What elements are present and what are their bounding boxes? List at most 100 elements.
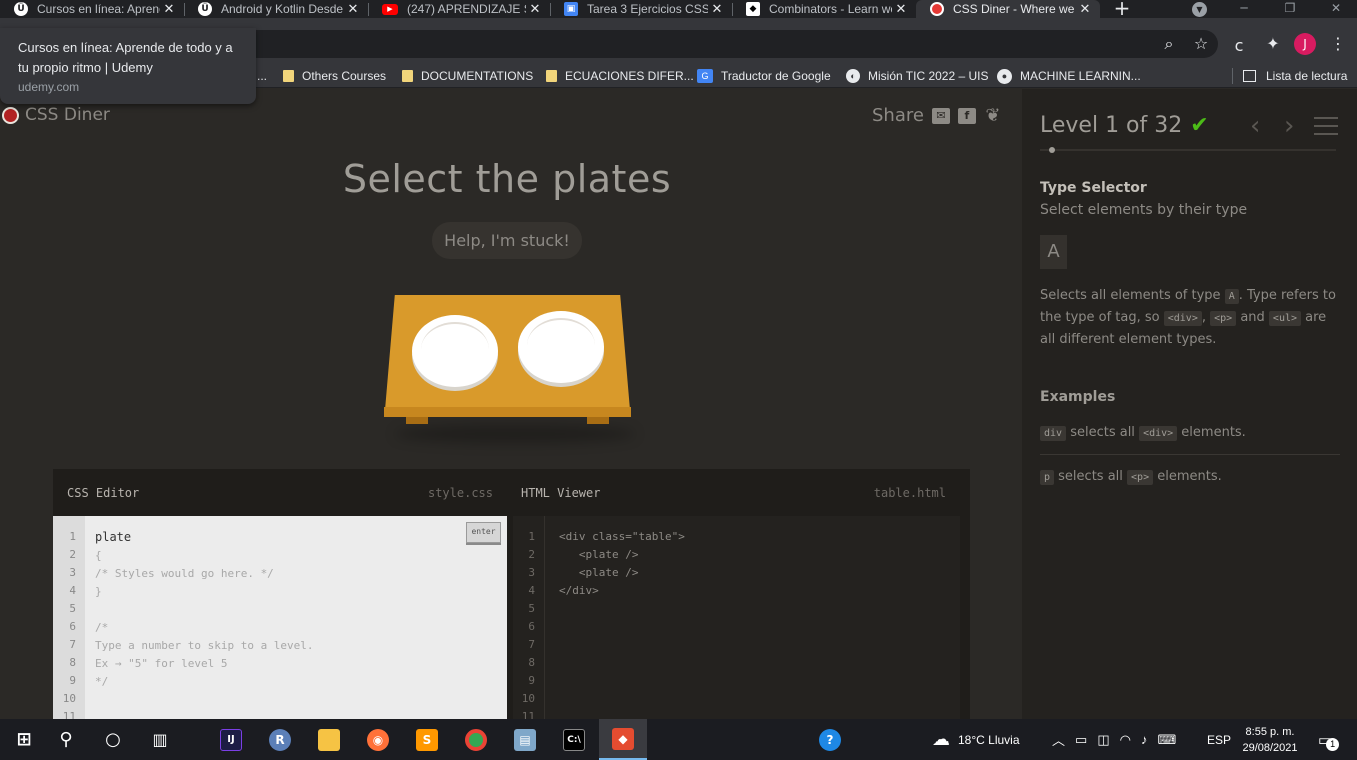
meet-now-icon: ◫ [1097,731,1110,747]
tab-search-icon[interactable]: ▼ [1192,2,1207,17]
line-number: 5 [528,602,535,615]
bookmark-ecuaciones[interactable]: ECUACIONES DIFER... [546,68,694,84]
tab-title: Combinators - Learn web development [769,2,892,16]
line-number: 11 [521,710,535,719]
close-icon[interactable]: ✕ [1076,2,1094,17]
restore-icon[interactable]: ❐ [1268,0,1312,18]
selector-syntax: A [1040,235,1067,269]
terminal-icon: C:\ [563,728,585,751]
cortana-button[interactable]: ○ [89,719,137,760]
email-icon[interactable]: ✉ [931,107,950,124]
bookmark-documentations[interactable]: DOCUMENTATIONS [402,68,533,84]
selector-title: Select elements by their type [1040,202,1248,218]
notifications-button[interactable]: ▭ 1 [1318,719,1340,760]
file-explorer-app[interactable] [305,719,353,760]
line-numbers: 1 2 3 4 5 6 7 8 9 10 11 [53,516,85,719]
tab-android-kotlin[interactable]: Ü Android y Kotlin Desde Cero ✕ [184,0,368,18]
example-item: div selects all <div> elements. [1040,425,1340,455]
hover-card-url: udemy.com [18,80,80,94]
css-selector-input[interactable]: plate [95,530,131,544]
minimize-icon[interactable]: ─ [1222,0,1266,18]
start-button[interactable]: ⊞ [0,719,48,760]
profile-avatar[interactable]: J [1294,33,1316,55]
close-window-icon[interactable]: ✕ [1314,0,1357,18]
help-app[interactable]: ? [806,719,854,760]
line-numbers: 1 2 3 4 5 6 7 8 9 10 11 [513,516,545,719]
close-icon[interactable]: ✕ [708,2,726,17]
udemy-icon: Ü [14,2,28,16]
next-level-icon[interactable]: › [1284,111,1294,141]
chrome-app[interactable] [452,719,500,760]
folder-icon [546,70,557,82]
table [380,291,635,441]
clock[interactable]: 8:55 p. m. 29/08/2021 [1240,724,1300,756]
share-links: Share ✉ f ❦ [872,104,1002,126]
tab-strip: Ü Cursos en línea: Aprende de todo y a t… [0,0,1357,18]
html-code: <div class="table"> <plate /> <plate /> … [559,528,685,600]
css-diner-page: CSS Diner Share ✉ f ❦ Select the plates … [0,89,1357,719]
plate[interactable] [518,311,604,383]
search-button[interactable]: ⚲ [42,719,90,760]
line-number: 2 [528,548,535,561]
close-icon[interactable]: ✕ [526,2,544,17]
close-icon[interactable]: ✕ [160,2,178,17]
enter-button[interactable]: enter [466,522,501,543]
html-line[interactable]: <div class="table"> [559,530,685,543]
classroom-icon: ▣ [564,2,578,16]
line-number: 7 [69,638,76,651]
new-tab-button[interactable]: + [1112,0,1132,18]
bookmark-machine-learning[interactable]: ● MACHINE LEARNIN... [997,68,1141,84]
facebook-icon[interactable]: f [957,107,976,124]
line-number: 4 [69,584,76,597]
extensions-puzzle-icon[interactable]: ✦ [1262,34,1284,54]
tab-classroom[interactable]: ▣ Tarea 3 Ejercicios CSS Diner ✕ [550,0,732,18]
reading-list[interactable]: Lista de lectura [1243,68,1347,84]
line-number: 7 [528,638,535,651]
tab-mdn[interactable]: ◆ Combinators - Learn web development ✕ [732,0,916,18]
battery-icon: ▭ [1075,731,1088,747]
menu-dots-icon[interactable]: ⋮ [1327,34,1349,54]
windows-taskbar: ⊞ ⚲ ○ ▥ IJ R ◉ S ▤ C:\ ◆ ? ☁ 18°C Lluvia … [0,719,1357,760]
html-line[interactable]: <plate /> [559,548,639,561]
intellij-app[interactable]: IJ [207,719,255,760]
address-bar[interactable] [240,30,1218,58]
bookmark-item[interactable]: ... [257,68,267,84]
windows-icon: ⊞ [16,729,32,750]
tab-udemy[interactable]: Ü Cursos en línea: Aprende de todo y a t… [0,0,184,18]
udemy-icon: Ü [198,2,212,16]
help-button[interactable]: Help, I'm stuck! [432,222,582,259]
bookmark-others-courses[interactable]: Others Courses [283,68,386,84]
task-view-button[interactable]: ▥ [136,719,184,760]
selector-hint: Selects all elements of type A. Type ref… [1040,288,1336,347]
twitter-icon[interactable]: ❦ [984,106,1002,124]
bookmark-google-translate[interactable]: G Traductor de Google [697,68,831,84]
folder-icon [283,70,294,82]
keyboard-icon: ⌨ [1157,731,1177,747]
logo[interactable]: CSS Diner [2,105,110,125]
control-panel-app[interactable]: ▤ [501,719,549,760]
zoom-icon[interactable]: ⌕ [1158,34,1180,54]
html-line[interactable]: </div> [559,584,599,597]
plate[interactable] [412,315,498,387]
git-app[interactable]: ◆ [599,719,647,760]
system-tray-icons[interactable]: ︿ ▭ ◫ ◠ ♪ ⌨ [1052,719,1176,760]
close-icon[interactable]: ✕ [344,2,362,17]
extension-c-icon[interactable]: c [1228,36,1250,56]
language-indicator[interactable]: ESP [1207,719,1231,760]
tab-title: Android y Kotlin Desde Cero [221,2,344,16]
terminal-app[interactable]: C:\ [550,719,598,760]
tab-css-diner[interactable]: CSS Diner - Where we feast on CSS Select… [916,0,1100,18]
tab-youtube[interactable]: ▶ (247) APRENDIZAJE SUPERVISADO ✕ [368,0,550,18]
cortana-icon: ○ [105,729,121,750]
html-line[interactable]: <plate /> [559,566,639,579]
r-app[interactable]: R [256,719,304,760]
firefox-app[interactable]: ◉ [354,719,402,760]
sublime-app[interactable]: S [403,719,451,760]
weather-widget[interactable]: ☁ 18°C Lluvia [932,719,1020,760]
bookmark-mision-tic[interactable]: ◐ Misión TIC 2022 – UIS [846,68,989,84]
bookmark-star-icon[interactable]: ☆ [1190,34,1212,54]
level-menu-icon[interactable] [1314,117,1338,135]
close-icon[interactable]: ✕ [892,2,910,17]
previous-level-icon[interactable]: ‹ [1250,111,1260,141]
firefox-icon: ◉ [367,728,389,751]
